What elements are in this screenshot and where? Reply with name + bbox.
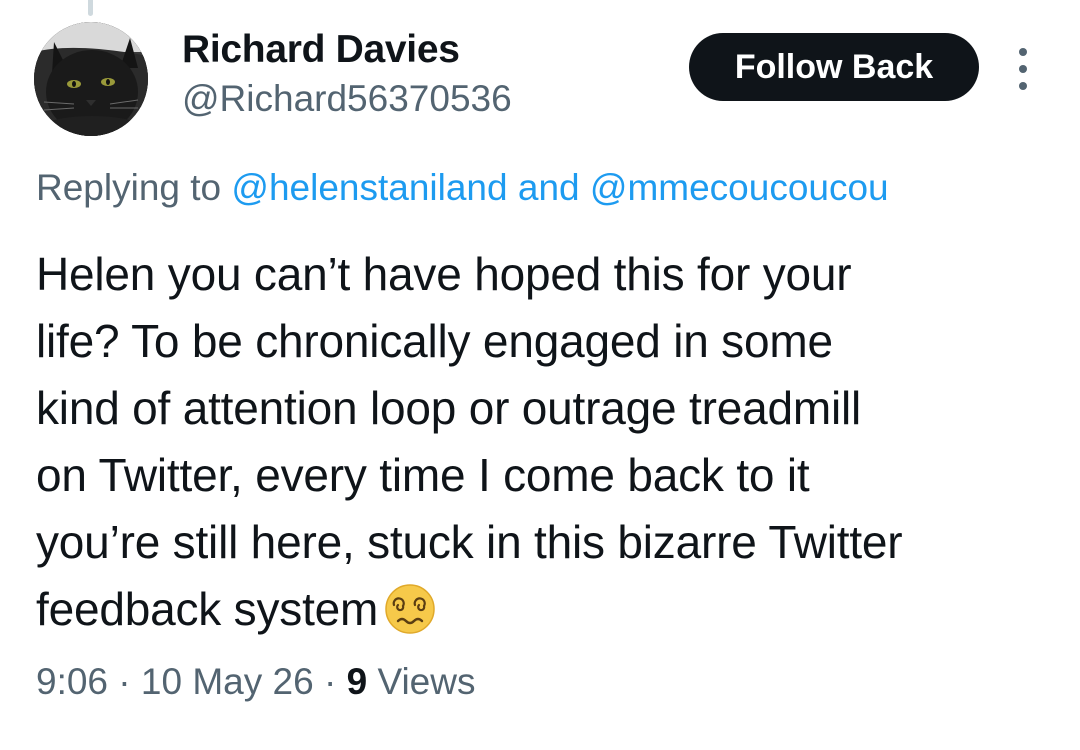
mention-link-helenstaniland[interactable]: @helenstaniland (231, 167, 507, 208)
tweet-time[interactable]: 9:06 (36, 661, 108, 702)
tweet-text-line: life? To be chronically engaged in some (36, 315, 833, 367)
meta-separator: · (118, 661, 131, 702)
tweet-text-line: feedback system (36, 583, 379, 635)
more-vertical-icon-dot (1019, 65, 1027, 73)
tweet-text-line: Helen you can’t have hoped this for your (36, 248, 852, 300)
black-cat-avatar-icon (34, 22, 148, 136)
meta-separator: · (323, 661, 337, 702)
tweet-metadata: 9:06 · 10 May 26 · 9 Views (36, 661, 475, 703)
avatar[interactable] (34, 22, 148, 136)
follow-back-button[interactable]: Follow Back (689, 33, 979, 101)
more-options-button[interactable] (1005, 44, 1041, 94)
author-handle[interactable]: @Richard56370536 (182, 78, 512, 120)
thread-connector-line (88, 0, 93, 16)
tweet-body: Helen you can’t have hoped this for your… (36, 241, 1066, 653)
more-vertical-icon-dot (1019, 82, 1027, 90)
tweet-text-line: on Twitter, every time I come back to it (36, 449, 810, 501)
tweet-text-last-line: feedback system (36, 576, 1066, 653)
tweet-date[interactable]: 10 May 26 (141, 661, 314, 702)
tweet-text-line: kind of attention loop or outrage treadm… (36, 382, 862, 434)
views-label[interactable]: Views (377, 661, 475, 702)
tweet-text-line: you’re still here, stuck in this bizarre… (36, 516, 903, 568)
more-vertical-icon (1019, 48, 1027, 56)
replying-conjunction: and (517, 167, 580, 208)
replying-prefix: Replying to (36, 167, 222, 208)
views-count[interactable]: 9 (347, 661, 368, 702)
author-display-name[interactable]: Richard Davies (182, 28, 460, 72)
woozy-face-emoji-icon (384, 583, 436, 653)
replying-to-line: Replying to @helenstaniland and @mmecouc… (36, 167, 889, 209)
mention-link-mmecoucoucou[interactable]: @mmecoucoucou (590, 167, 889, 208)
